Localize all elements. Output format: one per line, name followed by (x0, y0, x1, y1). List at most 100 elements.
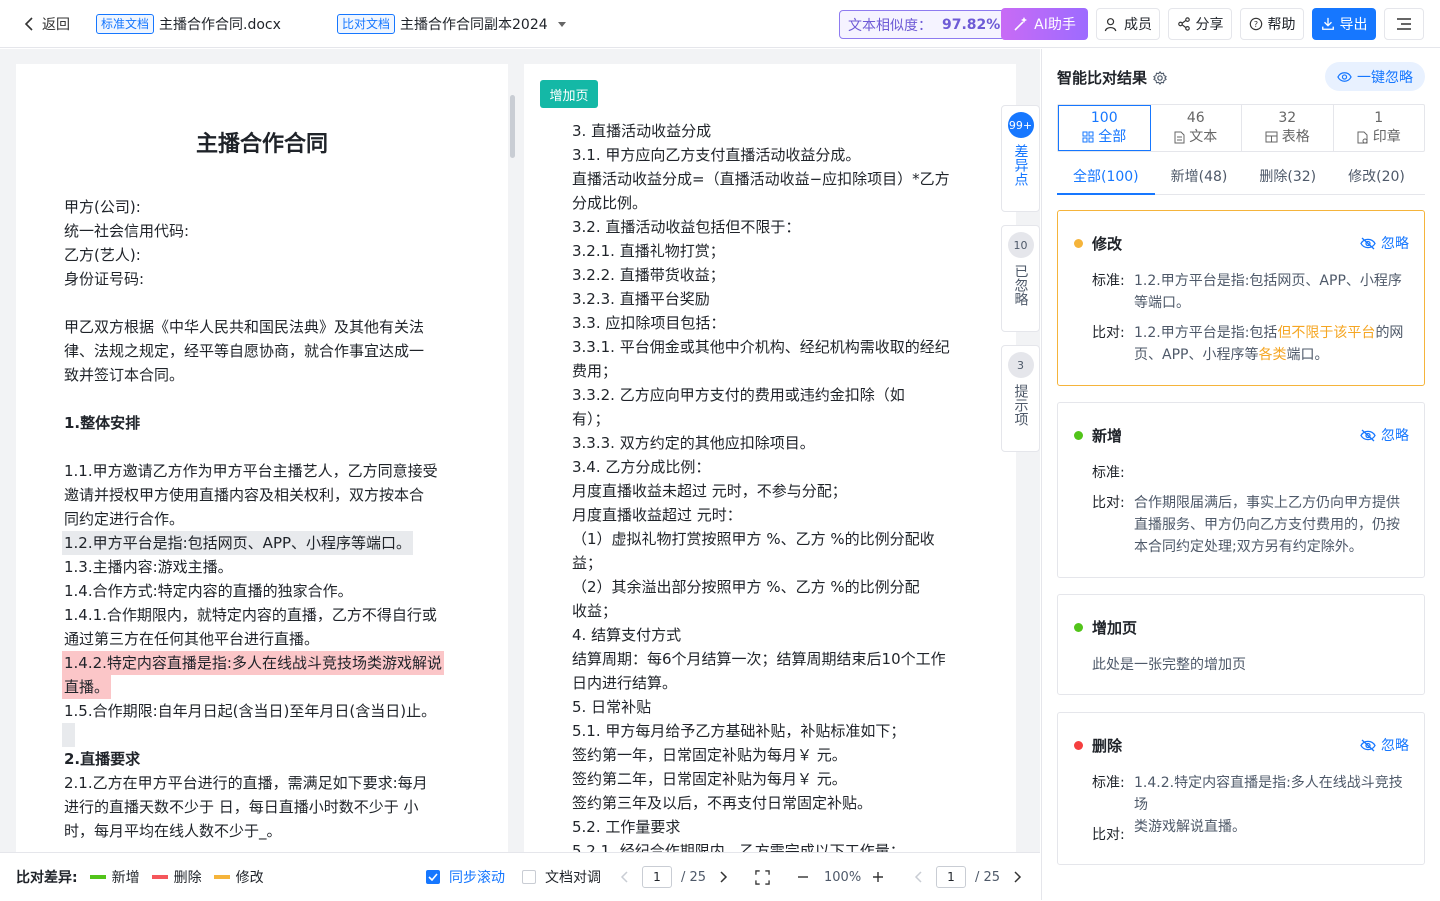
zoom-out-button[interactable] (797, 853, 809, 901)
chevron-left-icon[interactable] (618, 870, 632, 884)
fullscreen-icon (755, 869, 770, 885)
doc-line: 甲方(公司): (64, 198, 141, 216)
compare-text: 端口。 (1286, 347, 1329, 363)
left-page-input[interactable]: 1 (642, 866, 672, 888)
doc-line: 1.5.合作期限:自年月日起(含当日)至年月日(含当日)止。 (64, 702, 437, 720)
type-label: 全部 (1098, 129, 1127, 145)
compare-key: 比对: (1092, 495, 1125, 511)
help-button[interactable]: ? 帮助 (1240, 8, 1304, 40)
tab-differences[interactable]: 99+ 差异点 (1001, 105, 1040, 212)
ignore-button[interactable]: 忽略 (1360, 735, 1409, 755)
compare-added-text: 直播服务、甲方仍向乙方支付费用的，仍按 (1134, 517, 1400, 533)
section-heading: 1.整体安排 (64, 414, 141, 432)
tab-deleted[interactable]: 删除(32) (1243, 159, 1332, 195)
right-page-input[interactable]: 1 (936, 866, 966, 888)
document-compare-area: 主播合作合同 甲方(公司): 统一社会信用代码: 乙方(艺人): 身份证号码: … (0, 49, 1040, 852)
type-label: 文本 (1189, 129, 1218, 145)
type-table[interactable]: 32 表格 (1242, 105, 1334, 151)
ignore-button[interactable]: 忽略 (1360, 425, 1409, 445)
doc-line: 进行的直播天数不少于 日，每日直播小时数不少于 小 (64, 798, 419, 816)
doc-line: 签约第三年及以后，不再支付日常固定补贴。 (572, 794, 873, 812)
deleted-highlight-line[interactable]: 直播。 (62, 675, 112, 699)
differences-label: 差异点 (1012, 144, 1029, 186)
doc-line: 1.4.合作方式:特定内容的直播的独家合作。 (64, 582, 353, 600)
standard-doc-tag: 标准文档 (96, 14, 155, 34)
swap-docs-checkbox[interactable]: 文档对调 (522, 853, 601, 901)
scrollbar-thumb[interactable] (510, 95, 515, 158)
export-button[interactable]: 导出 (1312, 8, 1376, 40)
status-dot (1074, 431, 1083, 440)
compare-added-text: 本合同约定处理;双方另有约定除外。 (1134, 539, 1363, 555)
gear-icon[interactable] (1153, 70, 1167, 85)
compare-text: 页、APP、小程序等 (1134, 347, 1259, 363)
share-button[interactable]: 分享 (1168, 8, 1232, 40)
doc-line: 益； (572, 554, 603, 572)
standard-text: 1.2.甲方平台是指:包括网页、APP、小程序 (1134, 273, 1402, 289)
standard-doc-name: 主播合作合同.docx (159, 17, 281, 33)
standard-row: 标准: (1092, 462, 1134, 484)
checkbox-checked-icon (426, 870, 440, 884)
back-label: 返回 (42, 17, 70, 33)
download-icon (1321, 17, 1334, 30)
results-title-text: 智能比对结果 (1057, 69, 1148, 87)
sync-scroll-checkbox[interactable]: 同步滚动 (426, 853, 505, 901)
doc-line: （1）虚拟礼物打赏按照甲方 %、乙方 %的比例分配收 (572, 530, 935, 548)
ignore-button[interactable]: 忽略 (1360, 233, 1409, 253)
doc-line: 致并签订本合同。 (64, 366, 185, 384)
compare-doc-select[interactable]: 比对文档 主播合作合同副本2024 (337, 14, 566, 34)
zoom-in-button[interactable] (872, 853, 884, 901)
description-row: 此处是一张完整的增加页 (1092, 654, 1412, 676)
diff-legend-label: 比对差异: (16, 870, 78, 886)
doc-line: 2.1.乙方在甲方平台进行的直播，需满足如下要求:每月 (64, 774, 428, 792)
ai-assistant-button[interactable]: AI助手 (1001, 8, 1088, 40)
eye-off-icon (1360, 429, 1376, 441)
tab-all[interactable]: 全部(100) (1057, 159, 1155, 195)
grid-icon (1082, 131, 1094, 143)
diff-legend: 比对差异: 新增 删除 修改 (16, 853, 264, 901)
compare-row: 比对: 合作期限届满后，事实上乙方仍向甲方提供 直播服务、甲方仍向乙方支付费用的，… (1092, 492, 1414, 558)
menu-icon (1397, 18, 1411, 30)
type-count: 32 (1278, 110, 1297, 126)
chevron-right-icon[interactable] (716, 870, 730, 884)
legend-modify-label: 修改 (235, 870, 264, 886)
tab-hints[interactable]: 3 提示项 (1001, 345, 1040, 452)
diff-card-modify[interactable]: 修改 忽略 标准: 1.2.甲方平台是指:包括网页、APP、小程序 等端口。 比对… (1057, 210, 1425, 386)
members-button[interactable]: 成员 (1096, 8, 1160, 40)
collapse-menu-button[interactable] (1384, 8, 1424, 40)
back-button[interactable]: 返回 (24, 13, 70, 35)
eye-icon (1337, 71, 1352, 82)
type-all[interactable]: 100 全部 (1058, 105, 1151, 151)
compare-row: 比对: 1.2.甲方平台是指:包括但不限于该平台的网 页、APP、小程序等各类端口… (1092, 322, 1414, 366)
status-dot (1074, 239, 1083, 248)
doc-line: 通过第三方在任何其他平台进行直播。 (64, 630, 320, 648)
type-text[interactable]: 46 文本 (1151, 105, 1242, 151)
doc-line: 1.3.主播内容:游戏主播。 (64, 558, 233, 576)
legend-delete-label: 删除 (173, 870, 202, 886)
ignored-count: 10 (1007, 232, 1034, 258)
doc-line: 月度直播收益未超过 元时，不参与分配； (572, 482, 847, 500)
type-label: 表格 (1281, 129, 1310, 145)
status-dot (1074, 623, 1083, 632)
type-seal[interactable]: 1 印章 (1334, 105, 1425, 151)
hints-label: 提示项 (1012, 384, 1029, 426)
fullscreen-button[interactable] (755, 853, 770, 901)
doc-line: 3.1. 甲方应向乙方支付直播活动收益分成。 (572, 146, 861, 164)
tab-modified[interactable]: 修改(20) (1332, 159, 1421, 195)
similarity-badge: 文本相似度： 97.82% (839, 10, 1010, 39)
diff-card-add[interactable]: 新增 忽略 标准: 比对: 合作期限届满后，事实上乙方仍向甲方提供 直播服务、甲方… (1057, 402, 1425, 578)
right-pagination: 1 / 25 (912, 853, 1024, 901)
ignored-label: 已忽略 (1012, 264, 1029, 306)
chevron-right-icon[interactable] (1010, 870, 1024, 884)
ignore-all-button[interactable]: 一键忽略 (1325, 62, 1425, 91)
chevron-left-icon[interactable] (912, 870, 926, 884)
tab-added[interactable]: 新增(48) (1155, 159, 1244, 195)
deleted-highlight-line[interactable]: 1.4.2.特定内容直播是指:多人在线战斗竞技场类游戏解说 (62, 651, 444, 675)
doc-line: 时，每月平均在线人数不少于_。 (64, 822, 282, 840)
diff-card-added-page[interactable]: 增加页 此处是一张完整的增加页 (1057, 594, 1425, 695)
tab-ignored[interactable]: 10 已忽略 (1001, 225, 1040, 332)
doc-line: 结算周期：每6个月结算一次；结算周期结束后10个工作 (572, 650, 946, 668)
diff-card-delete[interactable]: 删除 忽略 标准: 1.4.2.特定内容直播是指:多人在线战斗竞技场 类游戏解说直… (1057, 712, 1425, 865)
differences-count: 99+ (1007, 112, 1034, 138)
modified-highlight-line[interactable]: 1.2.甲方平台是指:包括网页、APP、小程序等端口。 (62, 531, 414, 555)
doc-line: 收益； (572, 602, 618, 620)
